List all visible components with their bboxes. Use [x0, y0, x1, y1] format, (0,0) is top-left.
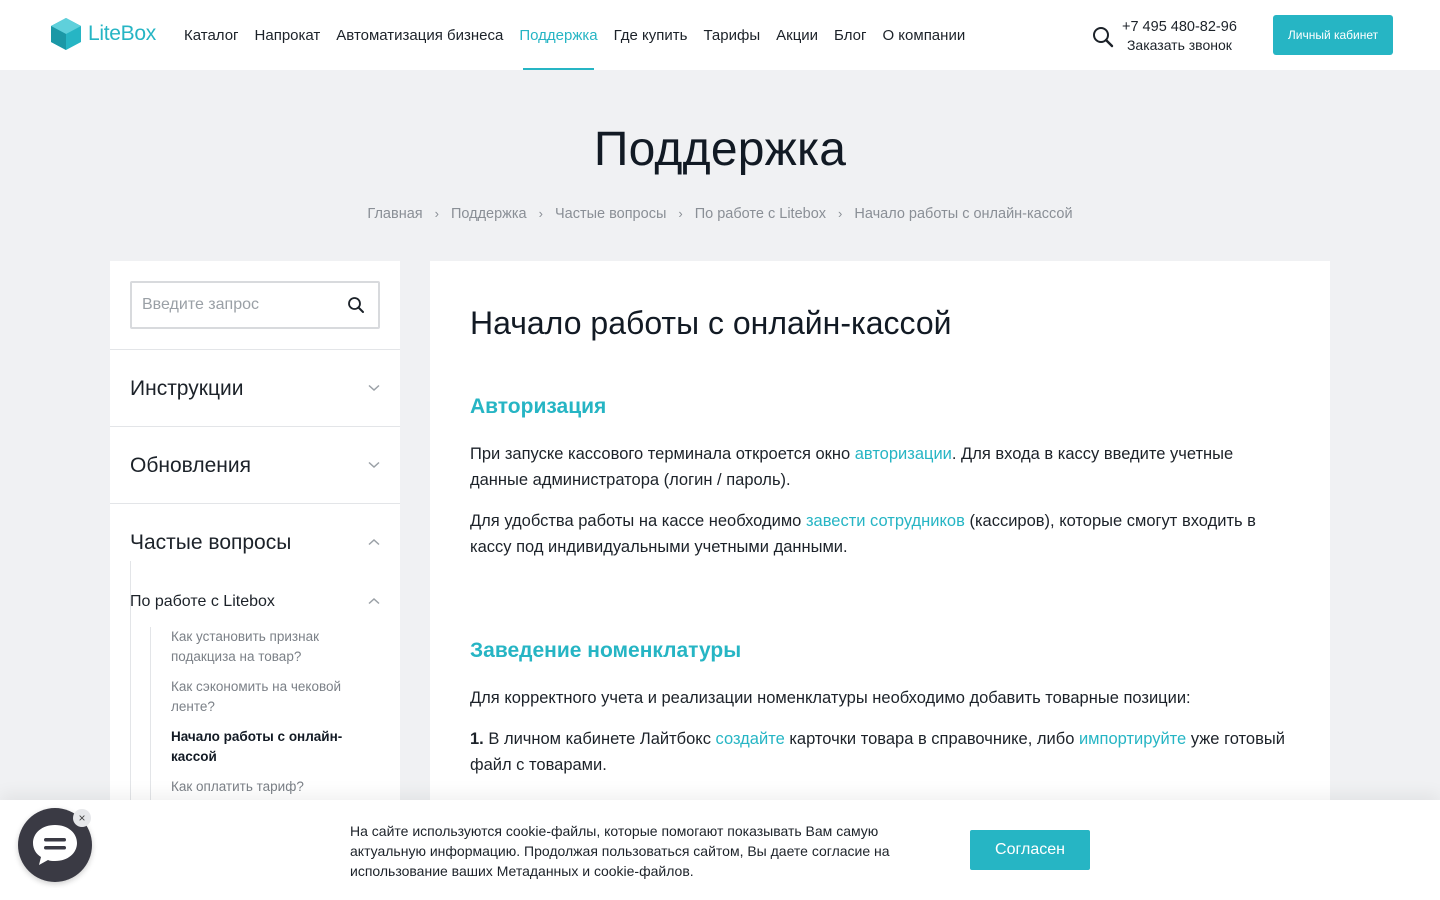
subsection-litebox[interactable]: По работе с Litebox [130, 593, 275, 611]
breadcrumb-litebox[interactable]: По работе с Litebox [695, 206, 826, 222]
sidebar-search [130, 281, 380, 329]
paragraph-text: В личном кабинете Лайтбокс [483, 730, 716, 748]
header-search-button[interactable] [1092, 26, 1114, 53]
nav-tariffs[interactable]: Тарифы [703, 0, 760, 70]
search-icon[interactable] [347, 296, 365, 314]
chevron-right-icon: › [678, 206, 683, 221]
search-input[interactable] [132, 283, 332, 327]
chevron-up-icon[interactable] [368, 538, 380, 546]
page-title: Поддержка [593, 123, 847, 176]
section-title[interactable]: Частые вопросы [130, 531, 291, 555]
sidebar-item-receipt-tape[interactable]: Как сэкономить на чековой ленте? [151, 677, 380, 717]
paragraph-text: Для удобства работы на кассе необходимо [470, 512, 806, 530]
nav-where-to-buy[interactable]: Где купить [614, 0, 688, 70]
breadcrumb-support[interactable]: Поддержка [451, 206, 527, 222]
paragraph-text: При запуске кассового терминала откроетс… [470, 445, 855, 463]
close-icon[interactable]: × [73, 809, 91, 827]
link-import[interactable]: импортируйте [1079, 730, 1186, 748]
chevron-right-icon: › [434, 206, 439, 221]
chevron-down-icon[interactable] [368, 461, 380, 469]
callback-link[interactable]: Заказать звонок [1122, 36, 1237, 54]
sidebar-item-pay-tariff[interactable]: Как оплатить тариф? [151, 777, 380, 797]
paragraph-nomenclature-intro: Для корректного учета и реализации номен… [470, 689, 1191, 707]
section-title[interactable]: Инструкции [130, 377, 243, 401]
cookie-text: На сайте используются cookie-файлы, кото… [350, 823, 890, 879]
paragraph-text: карточки товара в справочнике, либо [784, 730, 1079, 748]
breadcrumb-home[interactable]: Главная [367, 206, 422, 222]
chevron-down-icon[interactable] [368, 384, 380, 392]
step-number: 1. [470, 730, 484, 748]
personal-cabinet-button[interactable]: Личный кабинет [1273, 15, 1393, 55]
link-authorization[interactable]: авторизации [855, 445, 952, 463]
chevron-up-icon[interactable] [368, 597, 380, 605]
sidebar-item-excise[interactable]: Как установить признак подакциза на това… [151, 627, 380, 667]
chevron-right-icon: › [838, 206, 843, 221]
link-create[interactable]: создайте [716, 730, 785, 748]
link-add-employees[interactable]: завести сотрудников [806, 512, 965, 530]
cookie-agree-button[interactable]: Согласен [970, 830, 1090, 870]
sidebar-section-instructions[interactable]: Инструкции [110, 349, 400, 426]
nav-blog[interactable]: Блог [834, 0, 866, 70]
cookie-banner: На сайте используются cookie-файлы, кото… [0, 800, 1440, 900]
nav-catalog[interactable]: Каталог [184, 0, 239, 70]
heading-authorization: Авторизация [470, 395, 607, 418]
chat-bubble-icon [33, 825, 77, 865]
breadcrumb-faq[interactable]: Частые вопросы [555, 206, 666, 222]
search-icon [1093, 27, 1114, 48]
nav-promotions[interactable]: Акции [776, 0, 818, 70]
section-title[interactable]: Обновления [130, 454, 251, 478]
breadcrumb-current: Начало работы с онлайн-кассой [854, 206, 1073, 222]
paragraph-authorization: При запуске кассового терминала откроетс… [470, 441, 1290, 493]
paragraph-employees: Для удобства работы на кассе необходимо … [470, 508, 1290, 560]
chevron-right-icon: › [538, 206, 543, 221]
contact-block: +7 495 480-82-96 Заказать звонок [1122, 18, 1237, 54]
phone-number[interactable]: +7 495 480-82-96 [1122, 18, 1237, 36]
site-header: LiteBox Каталог Напрокат Автоматизация б… [0, 0, 1440, 70]
nav-support[interactable]: Поддержка [519, 0, 598, 70]
sidebar-section-updates[interactable]: Обновления [110, 426, 400, 503]
paragraph-step-1: 1. В личном кабинете Лайтбокс создайте к… [470, 726, 1290, 778]
nav-rent[interactable]: Напрокат [255, 0, 321, 70]
logo[interactable]: LiteBox [50, 17, 156, 51]
article-title: Начало работы с онлайн-кассой [470, 305, 952, 341]
logo-text: LiteBox [88, 22, 156, 45]
litebox-logo-icon [51, 18, 81, 50]
nav-automation[interactable]: Автоматизация бизнеса [336, 0, 503, 70]
heading-nomenclature: Заведение номенклатуры [470, 639, 742, 662]
sidebar-item-getting-started[interactable]: Начало работы с онлайн-кассой [151, 727, 380, 767]
main-nav: Каталог Напрокат Автоматизация бизнеса П… [184, 0, 981, 70]
breadcrumb: Главная › Поддержка › Частые вопросы › По рабо… [0, 206, 1440, 222]
nav-about[interactable]: О компании [882, 0, 965, 70]
